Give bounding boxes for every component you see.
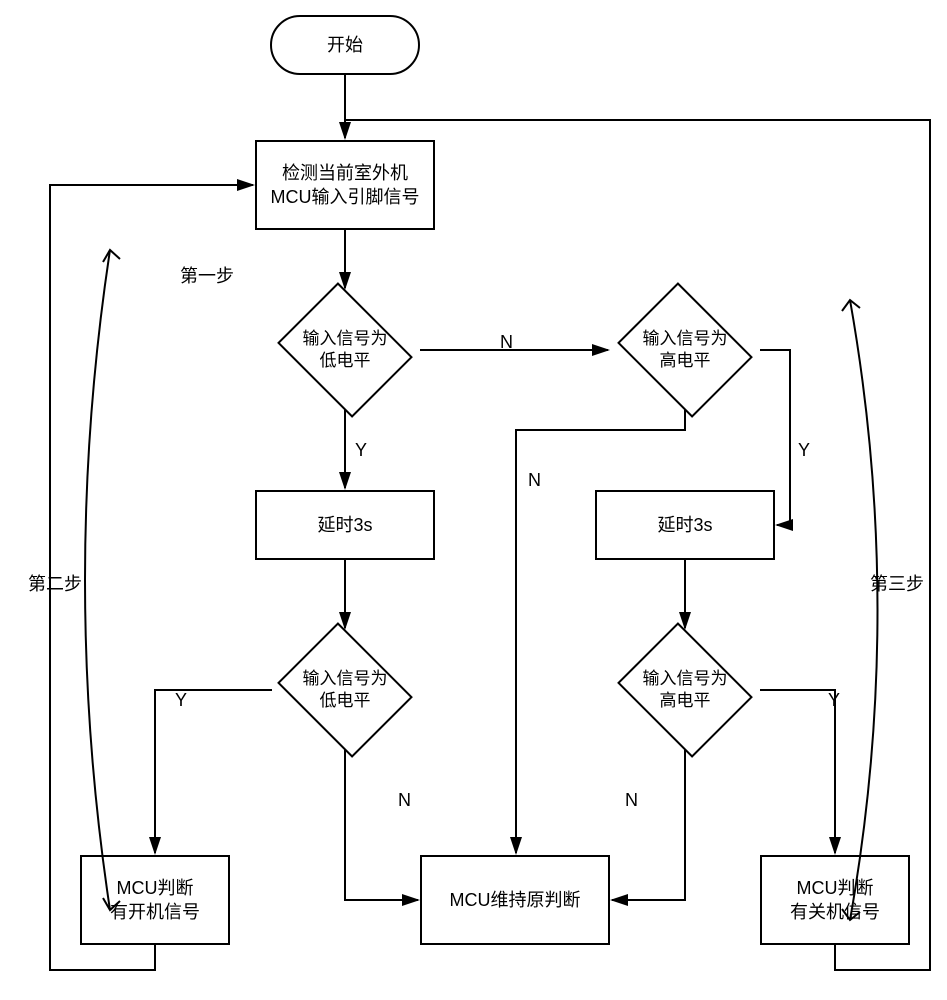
edge-label-y: Y	[798, 440, 810, 461]
step1-label: 第一步	[180, 262, 234, 288]
result-keep-label: MCU维持原判断	[450, 888, 581, 912]
decision-input-low-1-label: 输入信号为 低电平	[270, 290, 420, 410]
decision-input-high-2-label: 输入信号为 高电平	[610, 630, 760, 750]
result-boot-signal: MCU判断 有开机信号	[80, 855, 230, 945]
edge-label-y: Y	[175, 690, 187, 711]
edge-label-n: N	[500, 332, 513, 353]
step2-label: 第二步	[28, 570, 82, 596]
decision-input-low-2-label: 输入信号为 低电平	[270, 630, 420, 750]
edge-label-n: N	[528, 470, 541, 491]
decision-input-low-2: 输入信号为 低电平	[270, 630, 420, 750]
edge-label-y: Y	[355, 440, 367, 461]
edge-label-y: Y	[828, 690, 840, 711]
delay-right-label: 延时3s	[657, 513, 712, 537]
edge-label-n: N	[398, 790, 411, 811]
flow-arrows	[0, 0, 947, 1000]
process-detect-signal: 检测当前室外机 MCU输入引脚信号	[255, 140, 435, 230]
decision-input-low-1: 输入信号为 低电平	[270, 290, 420, 410]
start-label: 开始	[327, 33, 363, 57]
result-boot-label: MCU判断 有开机信号	[110, 876, 200, 925]
decision-input-high-1: 输入信号为 高电平	[610, 290, 760, 410]
result-keep-original: MCU维持原判断	[420, 855, 610, 945]
step3-label: 第三步	[870, 570, 924, 596]
delay-left-label: 延时3s	[317, 513, 372, 537]
decision-input-high-2: 输入信号为 高电平	[610, 630, 760, 750]
delay-left: 延时3s	[255, 490, 435, 560]
start-terminator: 开始	[270, 15, 420, 75]
edge-label-n: N	[625, 790, 638, 811]
result-shutdown-label: MCU判断 有关机信号	[790, 876, 880, 925]
decision-input-high-1-label: 输入信号为 高电平	[610, 290, 760, 410]
result-shutdown-signal: MCU判断 有关机信号	[760, 855, 910, 945]
delay-right: 延时3s	[595, 490, 775, 560]
detect-label: 检测当前室外机 MCU输入引脚信号	[271, 161, 420, 210]
